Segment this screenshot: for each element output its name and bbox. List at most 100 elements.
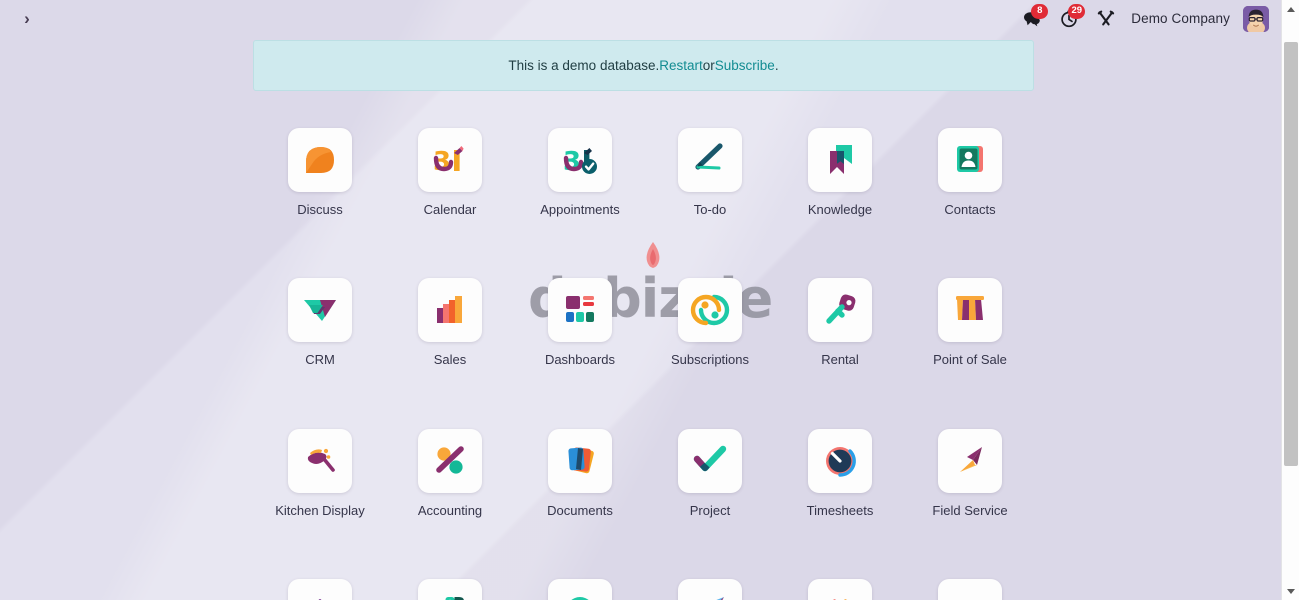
app-label: Accounting bbox=[417, 502, 483, 518]
app-tile bbox=[288, 428, 352, 493]
app-item-helpdesk[interactable]: Helpdesk bbox=[385, 578, 515, 600]
scrollbar-thumb[interactable] bbox=[1284, 42, 1298, 466]
app-item-crm[interactable]: CRM bbox=[255, 278, 385, 367]
app-tile bbox=[938, 428, 1002, 493]
app-tile bbox=[808, 128, 872, 192]
app-item-dashboards[interactable]: Dashboards bbox=[515, 278, 645, 367]
app-tile bbox=[418, 428, 482, 493]
app-item-email-marketing[interactable]: Email Marketing bbox=[645, 578, 775, 600]
app-tile bbox=[678, 278, 742, 343]
timesheets-icon bbox=[826, 446, 856, 477]
project-icon bbox=[693, 445, 727, 471]
appointments-icon: 3 bbox=[563, 147, 597, 177]
app-item-website[interactable]: Website bbox=[515, 578, 645, 600]
app-label: Discuss bbox=[297, 202, 343, 217]
app-tile bbox=[288, 578, 352, 600]
banner-text-middle: or bbox=[702, 58, 715, 73]
tools-button[interactable] bbox=[1094, 7, 1118, 31]
messages-badge: 8 bbox=[1031, 3, 1049, 19]
dashboards-icon bbox=[566, 296, 594, 323]
scroll-down-button[interactable] bbox=[1282, 582, 1299, 600]
app-item-todo[interactable]: To-do bbox=[645, 128, 775, 217]
app-item-documents[interactable]: Documents bbox=[515, 428, 645, 518]
app-tile bbox=[288, 128, 352, 192]
contacts-icon bbox=[957, 146, 983, 172]
calendar-icon: 3 bbox=[433, 146, 464, 177]
app-item-calendar[interactable]: 3 Calendar bbox=[385, 128, 515, 217]
app-item-rental[interactable]: Rental bbox=[775, 278, 905, 367]
sign-icon bbox=[957, 599, 983, 600]
app-item-sales[interactable]: Sales bbox=[385, 278, 515, 367]
scroll-down-arrow bbox=[1287, 588, 1295, 594]
user-avatar[interactable] bbox=[1243, 5, 1269, 32]
subscribe-link[interactable]: Subscribe bbox=[715, 58, 775, 73]
sidebar-toggle-button[interactable]: › bbox=[14, 6, 40, 32]
planning-icon bbox=[318, 598, 322, 600]
app-label: Calendar bbox=[423, 202, 477, 217]
app-item-timesheets[interactable]: Timesheets bbox=[775, 428, 905, 518]
app-item-subscriptions[interactable]: Subscriptions bbox=[645, 278, 775, 367]
demo-database-banner: This is a demo database. Restart or Subs… bbox=[253, 40, 1034, 91]
app-item-project[interactable]: Project bbox=[645, 428, 775, 518]
app-item-field-service[interactable]: Field Service bbox=[905, 428, 1035, 518]
app-label: Contacts bbox=[944, 202, 996, 217]
app-tile bbox=[938, 278, 1002, 343]
scrollbar-track[interactable] bbox=[1282, 18, 1299, 582]
rental-icon bbox=[826, 294, 856, 324]
tools-icon bbox=[1098, 10, 1115, 25]
app-tile: 3 bbox=[548, 128, 612, 192]
point-of-sale-icon bbox=[956, 296, 984, 321]
helpdesk-icon bbox=[445, 596, 464, 600]
app-label: To-do bbox=[693, 202, 727, 217]
app-grid: Discuss 3 Calendar 3 Appointments To-do … bbox=[255, 128, 1035, 600]
vertical-scrollbar[interactable] bbox=[1281, 0, 1299, 600]
app-label: Field Service bbox=[932, 502, 1008, 518]
app-item-sign[interactable]: Sign bbox=[905, 578, 1035, 600]
app-tile bbox=[548, 278, 612, 343]
app-label: Point of Sale bbox=[933, 352, 1007, 368]
app-label: Knowledge bbox=[807, 202, 873, 217]
app-tile bbox=[418, 578, 482, 600]
sales-icon bbox=[437, 296, 462, 324]
company-name-menu[interactable]: Demo Company bbox=[1131, 11, 1230, 26]
repair-icon bbox=[832, 598, 848, 600]
app-item-repair[interactable]: Repair bbox=[775, 578, 905, 600]
field-service-icon bbox=[960, 446, 982, 472]
website-icon bbox=[571, 596, 589, 600]
app-item-appointments[interactable]: 3 Appointments bbox=[515, 128, 645, 217]
top-bar-right-group: 8 29 Demo Company bbox=[1020, 3, 1275, 32]
app-item-discuss[interactable]: Discuss bbox=[255, 128, 385, 217]
app-tile bbox=[808, 578, 872, 600]
scroll-up-arrow bbox=[1287, 6, 1295, 12]
avatar-image bbox=[1243, 5, 1269, 32]
app-tile bbox=[808, 428, 872, 493]
top-bar: › 8 29 Demo Company bbox=[0, 0, 1281, 37]
kitchen-display-icon bbox=[307, 448, 335, 472]
scroll-up-button[interactable] bbox=[1282, 0, 1299, 18]
app-label: Dashboards bbox=[544, 352, 616, 368]
banner-text-after: . bbox=[774, 58, 779, 73]
app-item-knowledge[interactable]: Knowledge bbox=[775, 128, 905, 217]
app-tile bbox=[938, 128, 1002, 192]
todo-icon bbox=[695, 143, 723, 170]
crm-icon bbox=[304, 300, 336, 322]
app-label: CRM bbox=[305, 352, 335, 368]
app-root: › 8 29 Demo Company This is a demo datab… bbox=[0, 0, 1281, 600]
app-label: Rental bbox=[821, 352, 859, 368]
app-tile bbox=[548, 578, 612, 600]
accounting-icon bbox=[436, 445, 464, 474]
app-item-kitchen-display[interactable]: Kitchen Display bbox=[255, 428, 385, 518]
app-tile bbox=[678, 578, 742, 600]
app-item-planning[interactable]: Planning bbox=[255, 578, 385, 600]
app-label: Timesheets bbox=[806, 502, 874, 518]
app-label: Project bbox=[689, 502, 731, 518]
app-item-point-of-sale[interactable]: Point of Sale bbox=[905, 278, 1035, 367]
app-item-contacts[interactable]: Contacts bbox=[905, 128, 1035, 217]
app-tile bbox=[418, 278, 482, 343]
restart-link[interactable]: Restart bbox=[659, 58, 703, 73]
messages-button[interactable]: 8 bbox=[1020, 3, 1049, 31]
app-item-accounting[interactable]: Accounting bbox=[385, 428, 515, 518]
app-label: Documents bbox=[547, 502, 613, 518]
banner-text-before: This is a demo database. bbox=[508, 58, 660, 73]
activities-button[interactable]: 29 bbox=[1057, 3, 1086, 31]
